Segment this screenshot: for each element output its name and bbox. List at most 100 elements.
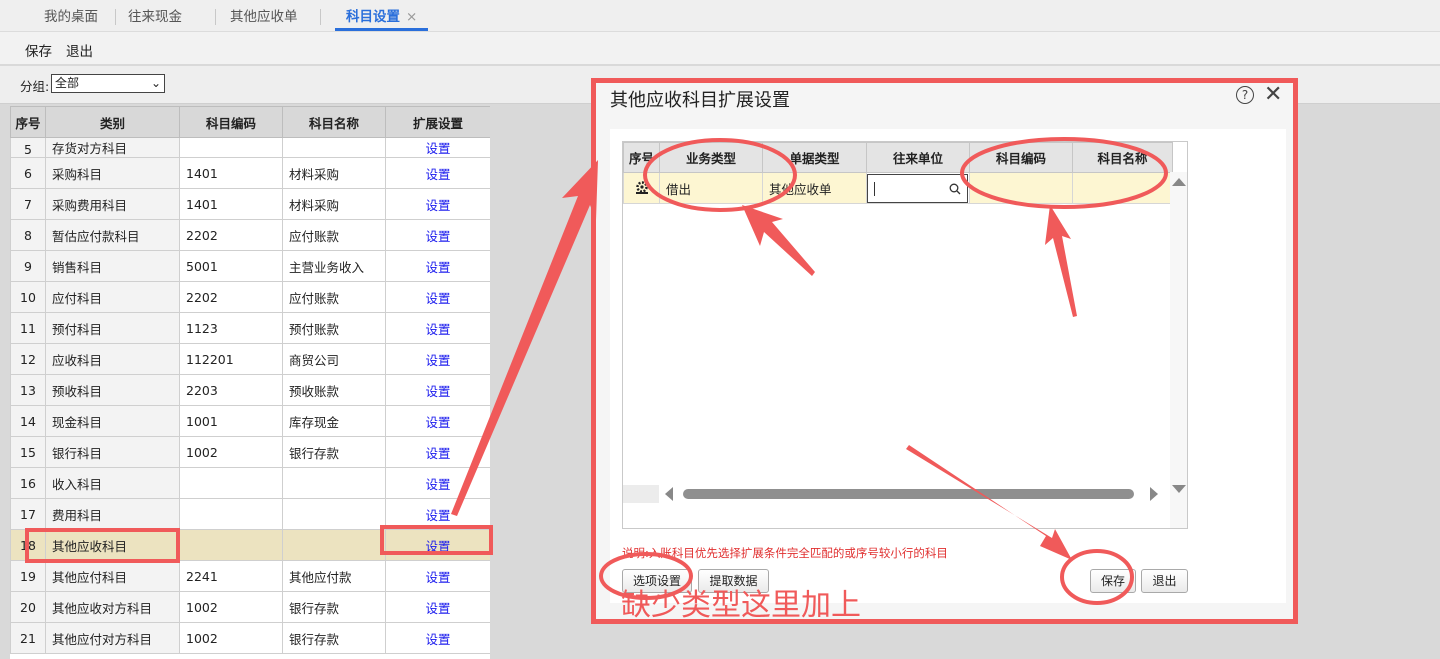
table-row[interactable]: 17 费用科目 设置 bbox=[10, 498, 490, 530]
table-row[interactable]: 9 销售科目 5001 主营业务收入 设置 bbox=[10, 250, 490, 282]
group-select[interactable]: 全部 ⌄ bbox=[51, 74, 165, 93]
table-row[interactable]: 7 采购费用科目 1401 材料采购 设置 bbox=[10, 188, 490, 220]
row-setting-link[interactable]: 设置 bbox=[385, 374, 490, 406]
table-row[interactable]: 21 其他应付对方科目 1002 银行存款 设置 bbox=[10, 622, 490, 654]
name-cell[interactable] bbox=[1072, 172, 1173, 204]
row-name: 材料采购 bbox=[282, 188, 386, 220]
vertical-scrollbar[interactable] bbox=[1170, 172, 1187, 528]
tab-account-settings-label: 科目设置 bbox=[346, 9, 400, 25]
scroll-up-icon[interactable] bbox=[1172, 178, 1186, 186]
row-setting-link[interactable]: 设置 bbox=[385, 188, 490, 220]
column-header: 业务类型 bbox=[659, 142, 763, 173]
note-text: 说明:入账科目优先选择扩展条件完全匹配的或序号较小行的科目 bbox=[622, 546, 948, 560]
row-setting-link[interactable]: 设置 bbox=[385, 157, 490, 189]
account-grid: 序号 类别 科目编码 科目名称 扩展设置 5 存货对方科目 设置 6 采购科目 14… bbox=[10, 106, 490, 659]
tab-cash[interactable]: 往来现金 bbox=[128, 0, 182, 32]
table-row[interactable]: 19 其他应付科目 2241 其他应付款 设置 bbox=[10, 560, 490, 592]
row-setting-link[interactable]: 设置 bbox=[385, 529, 490, 561]
table-row[interactable]: 18 其他应收科目 设置 bbox=[10, 529, 490, 561]
row-setting-link[interactable]: 设置 bbox=[385, 498, 490, 530]
tab-account-settings[interactable]: 科目设置 × bbox=[335, 0, 429, 31]
row-setting-link[interactable]: 设置 bbox=[385, 250, 490, 282]
search-icon[interactable] bbox=[949, 183, 961, 198]
gear-icon[interactable] bbox=[623, 172, 660, 204]
row-setting-link[interactable]: 设置 bbox=[385, 560, 490, 592]
column-header: 扩展设置 bbox=[385, 106, 490, 138]
table-row[interactable]: 20 其他应收对方科目 1002 银行存款 设置 bbox=[10, 591, 490, 623]
row-setting-link[interactable]: 设置 bbox=[385, 219, 490, 251]
row-setting-link[interactable]: 设置 bbox=[385, 312, 490, 344]
code-cell[interactable] bbox=[969, 172, 1073, 204]
row-name: 预收账款 bbox=[282, 374, 386, 406]
doc-type-cell[interactable]: 其他应收单 bbox=[762, 172, 867, 204]
row-seq: 8 bbox=[10, 219, 46, 251]
scroll-right-icon[interactable] bbox=[1150, 487, 1158, 501]
row-code: 5001 bbox=[179, 250, 283, 282]
dialog-save-button[interactable]: 保存 bbox=[1090, 569, 1136, 593]
row-category: 其他应收科目 bbox=[45, 529, 180, 561]
toolbar: 保存 退出 bbox=[0, 32, 1440, 65]
row-setting-link[interactable]: 设置 bbox=[385, 405, 490, 437]
horizontal-scrollbar[interactable] bbox=[623, 485, 1172, 503]
table-row[interactable]: 14 现金科目 1001 库存现金 设置 bbox=[10, 405, 490, 437]
row-name: 银行存款 bbox=[282, 436, 386, 468]
scrollbar-corner bbox=[623, 485, 659, 503]
table-row[interactable]: 5 存货对方科目 设置 bbox=[10, 137, 490, 158]
tab-bar: 我的桌面 往来现金 其他应收单 科目设置 × bbox=[0, 0, 1440, 32]
row-setting-link[interactable]: 设置 bbox=[385, 467, 490, 499]
table-row[interactable]: 6 采购科目 1401 材料采购 设置 bbox=[10, 157, 490, 189]
exit-button[interactable]: 退出 bbox=[66, 40, 93, 60]
tab-other-receivable[interactable]: 其他应收单 bbox=[230, 0, 298, 32]
row-code: 1002 bbox=[179, 591, 283, 623]
row-category: 现金科目 bbox=[45, 405, 180, 437]
row-code: 2202 bbox=[179, 219, 283, 251]
scroll-left-icon[interactable] bbox=[665, 487, 673, 501]
chevron-down-icon: ⌄ bbox=[150, 76, 161, 90]
row-code: 1002 bbox=[179, 622, 283, 654]
table-row[interactable]: 16 收入科目 设置 bbox=[10, 467, 490, 499]
row-setting-link[interactable]: 设置 bbox=[385, 591, 490, 623]
group-select-value: 全部 bbox=[55, 76, 80, 90]
close-icon[interactable]: × bbox=[406, 9, 417, 25]
partner-input[interactable] bbox=[867, 173, 968, 203]
tab-divider bbox=[215, 9, 216, 25]
row-seq: 19 bbox=[10, 560, 46, 592]
row-code: 112201 bbox=[179, 343, 283, 375]
row-setting-link[interactable]: 设置 bbox=[385, 436, 490, 468]
dialog-exit-button[interactable]: 退出 bbox=[1141, 569, 1188, 593]
tab-desktop[interactable]: 我的桌面 bbox=[44, 0, 98, 32]
row-setting-link[interactable]: 设置 bbox=[385, 281, 490, 313]
table-row[interactable]: 11 预付科目 1123 预付账款 设置 bbox=[10, 312, 490, 344]
table-row[interactable]: 借出 其他应收单 bbox=[623, 172, 1173, 204]
table-row[interactable]: 13 预收科目 2203 预收账款 设置 bbox=[10, 374, 490, 406]
row-code bbox=[179, 529, 283, 561]
column-header: 序号 bbox=[10, 106, 46, 138]
help-icon[interactable]: ? bbox=[1236, 86, 1254, 104]
partner-cell[interactable] bbox=[866, 172, 970, 204]
table-row[interactable]: 12 应收科目 112201 商贸公司 设置 bbox=[10, 343, 490, 375]
column-header: 科目名称 bbox=[282, 106, 386, 138]
save-button[interactable]: 保存 bbox=[25, 40, 52, 60]
row-setting-link[interactable]: 设置 bbox=[385, 343, 490, 375]
row-seq: 7 bbox=[10, 188, 46, 220]
row-category: 收入科目 bbox=[45, 467, 180, 499]
row-code: 2203 bbox=[179, 374, 283, 406]
row-category: 其他应付科目 bbox=[45, 560, 180, 592]
biz-type-cell[interactable]: 借出 bbox=[659, 172, 763, 204]
row-category: 费用科目 bbox=[45, 498, 180, 530]
row-setting-link[interactable]: 设置 bbox=[385, 137, 490, 158]
group-label: 分组: bbox=[20, 79, 50, 94]
table-row[interactable]: 10 应付科目 2202 应付账款 设置 bbox=[10, 281, 490, 313]
close-icon[interactable]: ✕ bbox=[1264, 82, 1282, 107]
row-name: 商贸公司 bbox=[282, 343, 386, 375]
table-row[interactable]: 8 暂估应付款科目 2202 应付账款 设置 bbox=[10, 219, 490, 251]
scroll-thumb[interactable] bbox=[683, 489, 1134, 499]
row-name: 库存现金 bbox=[282, 405, 386, 437]
row-seq: 17 bbox=[10, 498, 46, 530]
row-code bbox=[179, 498, 283, 530]
scroll-down-icon[interactable] bbox=[1172, 485, 1186, 493]
table-row[interactable]: 15 银行科目 1002 银行存款 设置 bbox=[10, 436, 490, 468]
row-name: 应付账款 bbox=[282, 281, 386, 313]
row-seq: 12 bbox=[10, 343, 46, 375]
row-setting-link[interactable]: 设置 bbox=[385, 622, 490, 654]
